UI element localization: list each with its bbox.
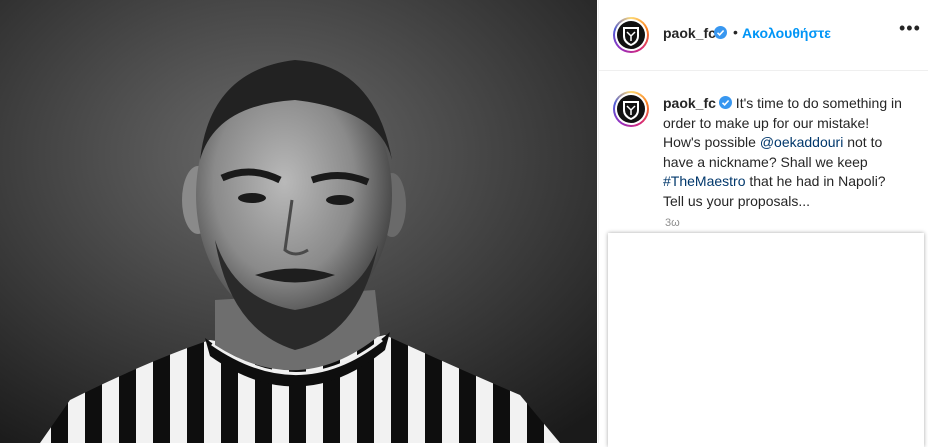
- post-caption: paok_fc It's time to do something in ord…: [663, 94, 903, 211]
- follow-button[interactable]: Ακολουθήστε: [742, 25, 831, 41]
- post-photo[interactable]: [0, 0, 597, 443]
- avatar[interactable]: [613, 17, 649, 53]
- overlay-panel: [608, 233, 924, 447]
- paok-logo-icon: [617, 21, 645, 49]
- mention-link[interactable]: @oekaddouri: [760, 134, 844, 150]
- more-options-icon[interactable]: •••: [899, 18, 921, 39]
- caption-username[interactable]: paok_fc: [663, 95, 716, 111]
- post-timestamp[interactable]: 3ω: [665, 217, 680, 229]
- caption-avatar[interactable]: [613, 91, 649, 127]
- hashtag-link[interactable]: #TheMaestro: [663, 173, 745, 189]
- verified-badge-icon: [714, 26, 727, 39]
- portrait-image: [0, 0, 597, 443]
- verified-badge-icon: [718, 96, 732, 109]
- header-separator: •: [733, 24, 738, 40]
- header-username[interactable]: paok_fc: [663, 25, 716, 41]
- post-header: paok_fc • Ακολουθήστε •••: [599, 0, 928, 71]
- post-sidebar: paok_fc • Ακολουθήστε ••• paok_fc It's t…: [598, 0, 928, 447]
- paok-logo-icon: [617, 95, 645, 123]
